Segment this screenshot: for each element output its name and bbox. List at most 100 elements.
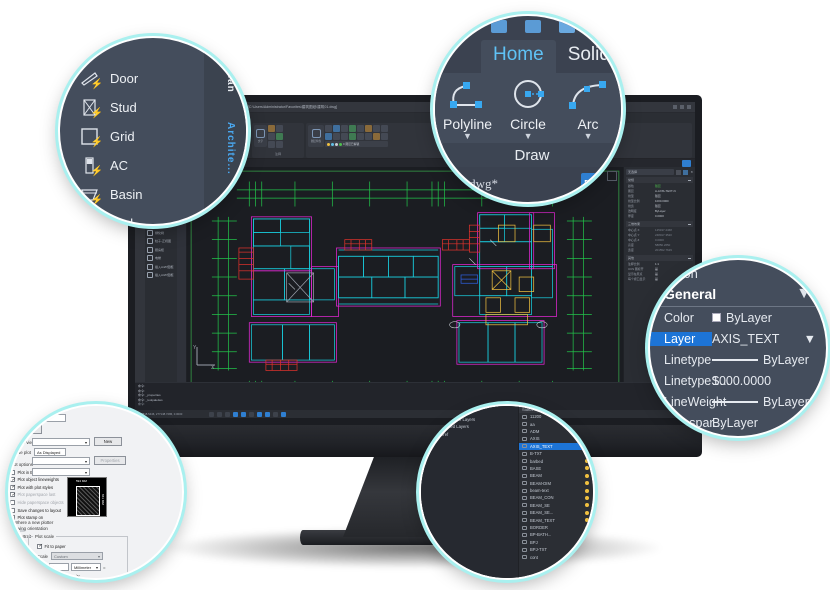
magnifier-side-tab-commands[interactable]: Comman [225,44,236,93]
layer-row[interactable]: BEAM_SE [519,502,593,509]
property-row[interactable]: 中心点 X 125197.2468 [626,227,693,232]
status-toggle-snap[interactable] [209,411,215,417]
layer-color-icon[interactable] [339,142,342,146]
layer-properties-manager[interactable]: All non-Xref Layers All Used Layers Xref… [421,406,593,578]
maximize-icon[interactable] [680,105,684,109]
layer-bulb-icon[interactable] [585,466,589,471]
shade-plot-select[interactable]: As Displayed [34,448,66,456]
palette-item[interactable]: 柱子-正视图 [147,238,175,244]
scale-numerator-input[interactable]: 1 [49,563,69,571]
leader-icon[interactable] [276,125,283,132]
new-plotter-button[interactable]: New [94,437,122,446]
minimize-icon[interactable] [673,105,677,109]
window-controls[interactable] [673,105,691,109]
property-row[interactable]: 线型比例 1000.0000 [626,198,693,203]
palette-item[interactable]: 电梯 [147,255,175,261]
layer-list[interactable]: Status Name 11200 aa ADM AXIS AXIS_TEXT B-TXT… [519,406,593,578]
layer-freeze-icon[interactable] [341,125,348,132]
layer-bulb-icon[interactable] [585,488,589,493]
ribbon-tool-circle[interactable]: Circle ▼ [504,79,552,141]
close-icon[interactable] [687,105,691,109]
dimension-icon[interactable] [268,125,275,132]
layer-row[interactable]: barbed [519,457,593,464]
layer-current-value[interactable]: 0 图层已解锁 [343,142,359,146]
property-row[interactable]: 高度 58856.2650 [626,242,693,247]
command-line-prompt[interactable]: 命令: [138,402,692,407]
magnifier-property-row-linetype-scale[interactable]: LinetypeS... 1000.0000 [650,370,826,391]
layer-row[interactable]: AXIS [519,435,593,442]
layer-previous-icon[interactable] [325,133,332,140]
layer-lock-dot-icon[interactable] [335,142,338,146]
layer-isolate-icon[interactable] [333,125,340,132]
property-row[interactable]: 注释比例 1:1 [626,261,693,266]
palette-item[interactable]: 绿化树 [147,229,175,236]
property-row[interactable]: 线型 随层 [626,193,693,198]
ribbon-tab-home[interactable]: Home [481,40,556,73]
layer-filter-tree[interactable]: All non-Xref Layers All Used Layers Xref [421,406,519,578]
properties-close-icon[interactable]: ✕ [690,170,693,174]
layer-viewport-icon[interactable] [381,133,388,140]
layer-filter-node[interactable]: Xref [427,431,518,437]
properties-panel-header[interactable]: 无选择 ✕ [626,169,693,175]
ribbon-big-button-layer-properties[interactable]: 图层特性 [308,125,324,147]
chevron-down-icon[interactable]: ▼ [564,132,612,141]
layer-row[interactable]: ADM [519,428,593,435]
chevron-down-icon[interactable]: ▼ [443,132,492,141]
layer-row[interactable]: aa [519,420,593,427]
layer-lock-icon[interactable] [349,125,356,132]
magnifier-ribbon-tools[interactable]: Polyline ▼ Circle ▼ Arc ▼ [443,79,621,143]
status-toggle-lweight[interactable] [257,411,263,417]
plot-style-new-button[interactable]: New [10,425,42,434]
layer-row[interactable]: BP-BATH... [519,531,593,538]
layer-row[interactable]: BEAM [519,472,593,479]
ribbon-tab-solid[interactable]: Solid [556,40,621,73]
ribbon-panel-annotation[interactable]: 文字 注释 [252,123,304,158]
layer-bulb-icon[interactable] [585,518,589,523]
layer-off-icon[interactable] [325,125,332,132]
layer-match-icon[interactable] [365,125,372,132]
status-toggle-osnap[interactable] [241,411,247,417]
ribbon-small-tools-layers[interactable] [325,125,388,140]
property-row[interactable]: 厚度 0.0000 [626,213,693,218]
layer-row[interactable]: 11200 [519,413,593,420]
layer-state-icon[interactable] [341,133,348,140]
property-value-wrap[interactable]: ByLayer [712,311,826,325]
status-toggle-annotation[interactable] [273,411,279,417]
expand-icon[interactable] [427,432,431,436]
plot-dialog[interactable]: ▾ New ▾ Properties ▾ 594 MM 841 MM Where… [10,406,182,578]
properties-pick-icon[interactable] [683,169,689,175]
layer-row[interactable]: cont [519,553,593,560]
magnifier-properties-group-header[interactable]: General ▼ [650,281,826,307]
plot-option-lineweights[interactable]: Plot object lineweights [10,477,66,483]
layer-sun-icon[interactable] [331,142,334,146]
status-toggle-ortho[interactable] [225,411,231,417]
layer-row[interactable]: AXIS_TEXT [519,442,593,450]
property-row[interactable]: 中心点 Z 0.0000 [626,237,693,242]
plotter-name-select[interactable]: ▾ [32,457,90,465]
property-row[interactable]: UCS 图标开 是 [626,266,693,271]
status-toggle-grid[interactable] [217,411,223,417]
layer-walk-icon[interactable] [333,133,340,140]
palette-item[interactable]: 插入A4/P图框 [147,263,175,270]
status-toggle-otrack[interactable] [249,411,255,417]
property-row[interactable]: 中心点 Y 248017.3520 [626,232,693,237]
layer-change-icon[interactable] [365,133,372,140]
layer-bulb-icon[interactable] [585,473,589,478]
layer-row[interactable]: BEAM-DIM [519,480,593,487]
ribbon-tab-annotate[interactable]: Anno [622,40,623,73]
status-bar[interactable]: 127818.5446, 277148.7286, 0.0000 [135,410,695,418]
property-value-wrap[interactable]: ByLayer [712,353,826,367]
plot-option-plot-styles[interactable]: Plot with plot styles [10,484,66,490]
layer-row[interactable]: BASE [519,465,593,472]
layer-bulb-icon[interactable] [585,444,589,449]
layer-delete-icon[interactable] [381,125,388,132]
mtext-icon[interactable] [276,133,283,140]
chevron-down-icon[interactable]: ▼ [797,266,810,281]
layer-bulb-icon[interactable] [585,459,589,464]
layer-copy-icon[interactable] [373,133,380,140]
layer-bulb-icon[interactable] [585,481,589,486]
layer-bulb-icon[interactable] [585,547,589,552]
scale-select[interactable]: Custom ▾ [50,552,103,560]
layer-bulb-icon[interactable] [585,429,589,434]
status-toggle-workspace[interactable] [281,411,287,417]
